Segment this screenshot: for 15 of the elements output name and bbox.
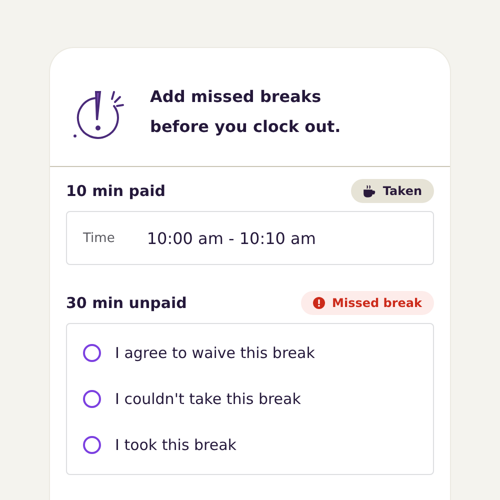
option-label[interactable]: I took this break [115, 436, 236, 454]
radio-button[interactable] [83, 436, 101, 454]
status-badge: Taken [350, 179, 434, 203]
status-badge: Missed break [301, 291, 434, 315]
time-label: Time [83, 230, 115, 246]
option-label[interactable]: I couldn't take this break [115, 390, 301, 408]
option-label[interactable]: I agree to waive this break [115, 344, 315, 362]
coffee-cup-icon [362, 184, 376, 198]
radio-button[interactable] [83, 344, 101, 362]
alert-icon [313, 297, 326, 309]
time-value: 10:00 am - 10:10 am [146, 228, 316, 248]
break-title: 10 min paid [66, 182, 166, 200]
alert-message: Add missed breaks before you clock out. [150, 86, 342, 138]
break-title: 30 min unpaid [66, 294, 187, 312]
radio-button[interactable] [83, 390, 101, 408]
